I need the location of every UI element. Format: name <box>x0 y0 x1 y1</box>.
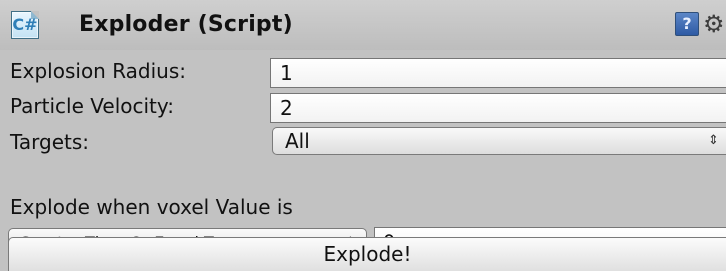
up-down-arrow-icon: ⇕ <box>708 133 719 148</box>
gear-icon[interactable]: ⚙ <box>703 10 726 38</box>
exploder-component-panel: C# Exploder (Script) ? ⚙ Explosion Radiu… <box>0 0 726 271</box>
targets-row: Targets: All ⇕ <box>0 126 726 156</box>
screenshot-root: C# Exploder (Script) ? ⚙ Explosion Radiu… <box>0 0 726 271</box>
script-icon-glyph: C# <box>12 15 38 34</box>
explosion-radius-row: Explosion Radius: 1 <box>0 55 726 88</box>
targets-label: Targets: <box>10 130 90 154</box>
particle-velocity-label: Particle Velocity: <box>10 94 174 118</box>
targets-dropdown[interactable]: All <box>272 127 726 155</box>
explosion-radius-field[interactable]: 1 <box>270 58 726 88</box>
component-header[interactable]: C# Exploder (Script) ? ⚙ <box>0 0 726 50</box>
script-icon: C# <box>11 11 39 39</box>
particle-velocity-field[interactable]: 2 <box>270 93 726 123</box>
help-icon[interactable]: ? <box>675 12 699 36</box>
particle-velocity-row: Particle Velocity: 2 <box>0 90 726 123</box>
explode-button[interactable]: Explode! <box>8 237 726 271</box>
help-icon-glyph: ? <box>682 14 692 33</box>
explode-condition-label: Explode when voxel Value is <box>10 195 293 219</box>
explosion-radius-label: Explosion Radius: <box>10 59 187 83</box>
component-title: Exploder (Script) <box>79 12 293 37</box>
